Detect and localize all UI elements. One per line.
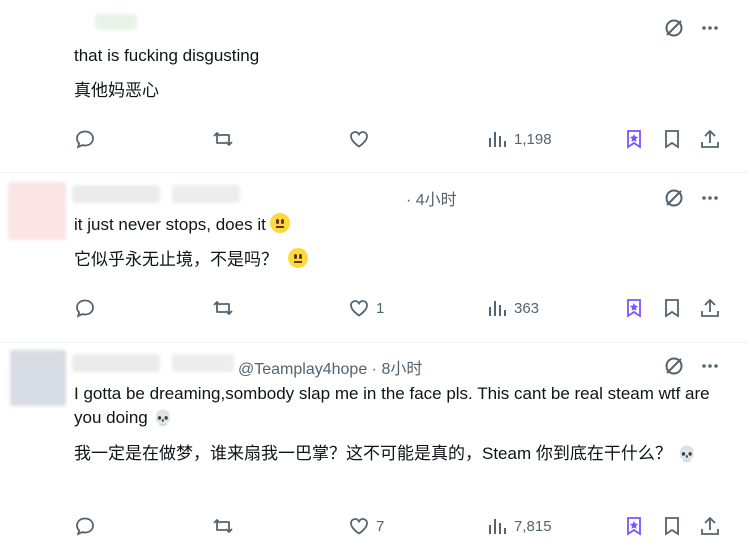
blurred-avatar <box>8 182 66 240</box>
share-button[interactable] <box>699 128 721 150</box>
grok-action-button[interactable] <box>623 128 645 150</box>
repost-button[interactable] <box>212 515 240 537</box>
share-button[interactable] <box>699 515 721 537</box>
post-translation: 我一定是在做梦，谁来扇我一巴掌？这不可能是真的，Steam 你到底在干什么？ 💀 <box>74 442 714 467</box>
blurred-display-name <box>72 354 160 372</box>
grok-icon[interactable] <box>664 356 684 376</box>
bookmark-button[interactable] <box>661 128 683 150</box>
more-icon[interactable] <box>700 188 720 208</box>
blurred-handle-prefix <box>172 354 234 372</box>
skull-emoji: 💀 <box>153 410 173 427</box>
reply-button[interactable] <box>74 128 102 150</box>
heart-icon <box>348 128 370 150</box>
view-count: 7,815 <box>514 517 552 535</box>
like-count: 7 <box>376 517 385 535</box>
post-meta: @Teamplay4hope · 8小时 <box>238 355 422 379</box>
view-count: 1,198 <box>514 130 552 148</box>
neutral-face-emoji <box>288 248 308 268</box>
blurred-display-name <box>72 185 160 203</box>
skull-emoji: 💀 <box>677 446 697 463</box>
like-button[interactable] <box>348 128 376 150</box>
action-bar: 7 7,815 <box>74 515 724 543</box>
like-button[interactable]: 7 <box>348 515 384 537</box>
views-button[interactable]: 7,815 <box>486 515 552 537</box>
reply-icon <box>74 297 96 319</box>
reply-icon <box>74 128 96 150</box>
grok-action-button[interactable] <box>623 515 645 537</box>
share-icon <box>699 515 721 537</box>
bookmark-button[interactable] <box>661 297 683 319</box>
blurred-username <box>95 14 137 30</box>
views-icon <box>486 297 508 319</box>
heart-icon <box>348 297 370 319</box>
blurred-avatar <box>10 350 66 406</box>
views-button[interactable]: 1,198 <box>486 128 552 150</box>
post-translation: 真他妈恶心 <box>74 81 159 100</box>
post-translation: 它似乎永无止境，不是吗？ <box>74 248 308 272</box>
reply-button[interactable] <box>74 297 102 319</box>
blurred-handle <box>172 185 240 203</box>
like-count: 1 <box>376 299 385 317</box>
like-button[interactable]: 1 <box>348 297 384 319</box>
bookmark-icon <box>661 297 683 319</box>
views-icon <box>486 515 508 537</box>
action-bar: 1,198 <box>74 128 724 156</box>
bookmark-icon <box>661 515 683 537</box>
post-3[interactable]: @Teamplay4hope · 8小时 I gotta be dreaming… <box>0 342 748 555</box>
post-time[interactable]: · 8小时 <box>372 361 423 378</box>
reply-icon <box>74 515 96 537</box>
post-translation-content: 它似乎永无止境，不是吗？ <box>74 250 278 269</box>
post-2[interactable]: · 4小时 it just never stops, does it 它似乎永无… <box>0 172 748 343</box>
reply-button[interactable] <box>74 515 102 537</box>
views-button[interactable]: 363 <box>486 297 539 319</box>
grok-action-button[interactable] <box>623 297 645 319</box>
repost-button[interactable] <box>212 128 240 150</box>
post-translation-content: 我一定是在做梦，谁来扇我一巴掌？这不可能是真的，Steam 你到底在干什么？ <box>74 444 672 463</box>
grok-icon[interactable] <box>664 18 684 38</box>
post-text: it just never stops, does it <box>74 213 290 237</box>
post-handle[interactable]: @Teamplay4hope <box>238 361 367 378</box>
post-text-content: it just never stops, does it <box>74 215 266 234</box>
neutral-face-emoji <box>269 213 290 233</box>
bookmark-icon <box>661 128 683 150</box>
grok-action-icon <box>623 515 645 537</box>
heart-icon <box>348 515 370 537</box>
view-count: 363 <box>514 299 540 317</box>
grok-action-icon <box>623 128 645 150</box>
more-icon[interactable] <box>700 356 720 376</box>
grok-icon[interactable] <box>664 188 684 208</box>
action-bar: 1 363 <box>74 297 724 325</box>
repost-icon <box>212 128 234 150</box>
bookmark-button[interactable] <box>661 515 683 537</box>
share-icon <box>699 297 721 319</box>
more-icon[interactable] <box>700 18 720 38</box>
grok-action-icon <box>623 297 645 319</box>
post-time[interactable]: · 4小时 <box>406 186 457 210</box>
repost-button[interactable] <box>212 297 240 319</box>
post-text: I gotta be dreaming,sombody slap me in t… <box>74 382 714 431</box>
post-1[interactable]: that is fucking disgusting 真他妈恶心 1,198 <box>0 0 748 173</box>
views-icon <box>486 128 508 150</box>
share-button[interactable] <box>699 297 721 319</box>
share-icon <box>699 128 721 150</box>
repost-icon <box>212 515 234 537</box>
post-text: that is fucking disgusting <box>74 46 260 65</box>
repost-icon <box>212 297 234 319</box>
